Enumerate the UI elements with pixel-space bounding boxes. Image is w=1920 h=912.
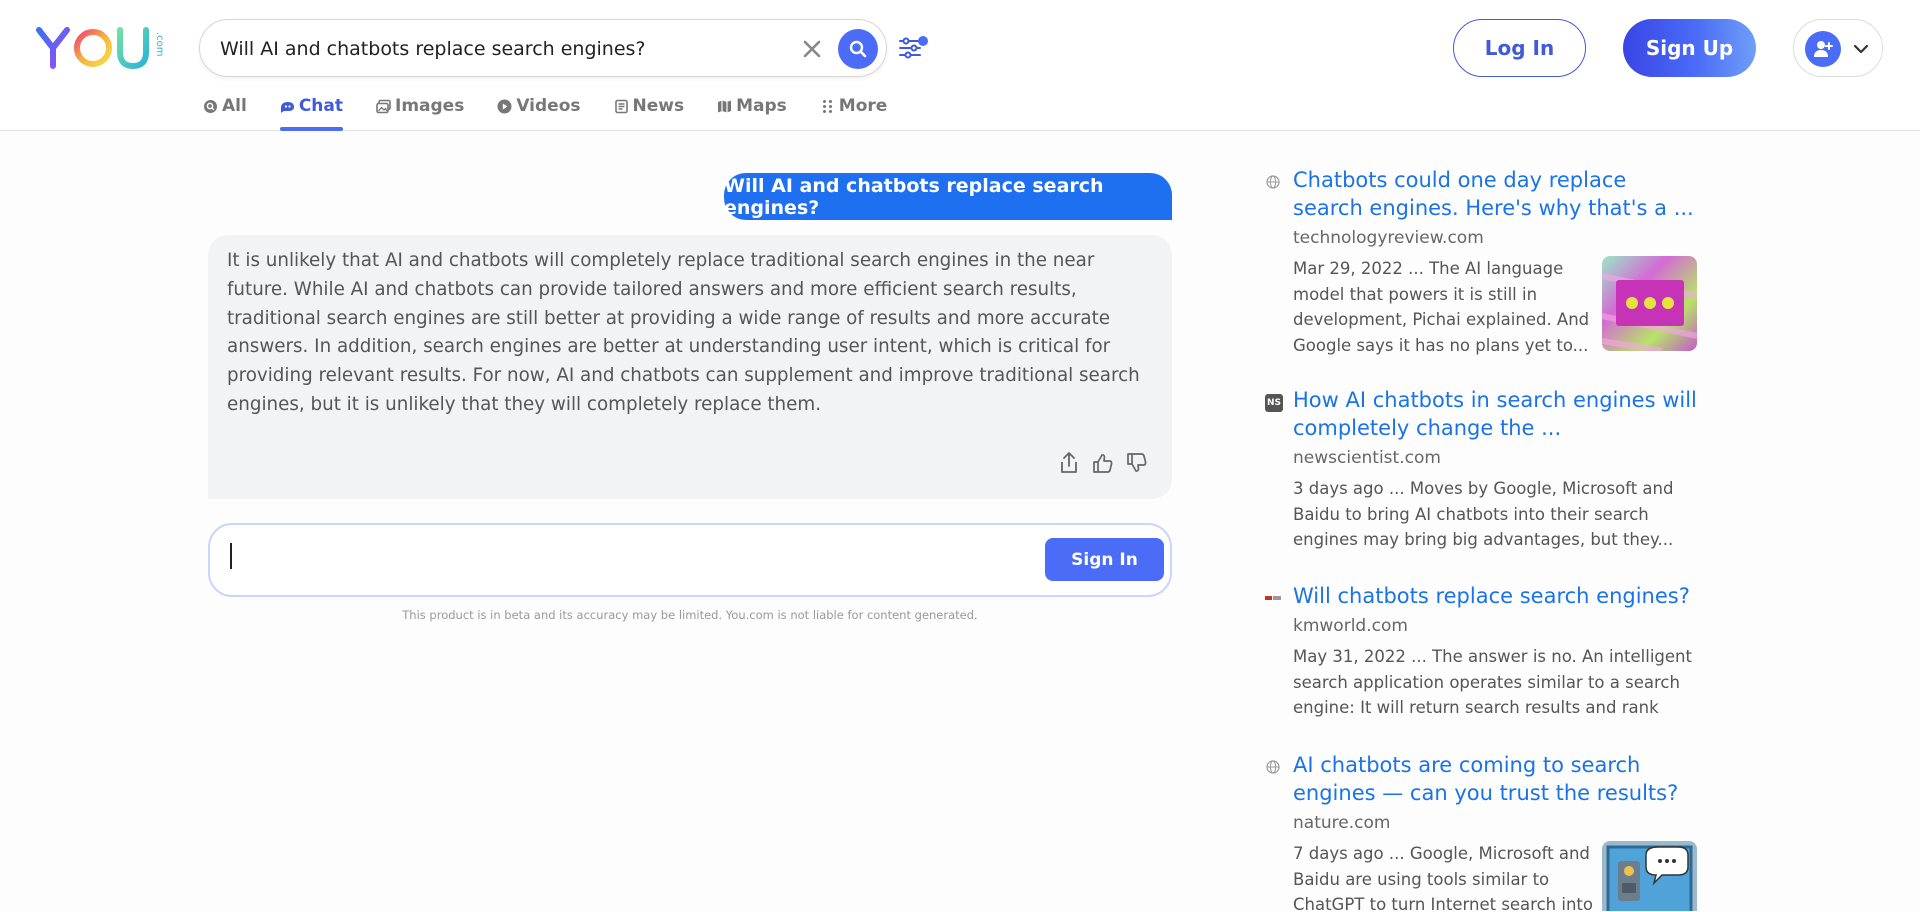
tab-maps[interactable]: Maps xyxy=(717,96,787,131)
tab-chat[interactable]: Chat xyxy=(279,96,344,131)
result-title-link[interactable]: Will chatbots replace search engines? xyxy=(1293,582,1697,610)
chat-input[interactable]: Sign In xyxy=(208,523,1172,597)
search-icon xyxy=(849,40,867,58)
beta-disclaimer: This product is in beta and its accuracy… xyxy=(402,608,978,622)
search-icon xyxy=(204,100,217,113)
logo-com-suffix: .com xyxy=(154,32,165,57)
tab-label: News xyxy=(632,96,685,116)
map-icon xyxy=(718,100,732,113)
images-icon xyxy=(376,99,391,114)
result-thumbnail[interactable] xyxy=(1602,256,1697,351)
bot-response-text: It is unlikely that AI and chatbots will… xyxy=(227,250,1140,415)
result-domain: nature.com xyxy=(1293,813,1391,833)
ns-logo-text: NS xyxy=(1266,398,1281,408)
tab-all[interactable]: All xyxy=(203,96,247,131)
response-actions xyxy=(1056,450,1150,476)
sign-in-button[interactable]: Sign In xyxy=(1045,538,1164,581)
share-icon[interactable] xyxy=(1056,450,1082,476)
dots-grid-icon xyxy=(822,100,832,113)
user-message: Will AI and chatbots replace search engi… xyxy=(724,173,1172,220)
result-snippet: 3 days ago ... Moves by Google, Microsof… xyxy=(1293,479,1674,549)
result-title-link[interactable]: How AI chatbots in search engines will c… xyxy=(1293,386,1697,442)
ns-logo-icon: NS xyxy=(1265,394,1283,412)
login-button[interactable]: Log In xyxy=(1453,19,1586,77)
tab-news[interactable]: News xyxy=(614,96,685,131)
account-menu[interactable] xyxy=(1793,19,1883,77)
vertical-tabs: All Chat Images Videos News Maps More xyxy=(203,96,920,131)
chat-icon xyxy=(280,102,294,113)
news-icon xyxy=(614,99,628,114)
clear-search-icon[interactable] xyxy=(798,35,826,63)
result-domain: kmworld.com xyxy=(1293,616,1408,636)
add-user-icon xyxy=(1805,31,1841,67)
result-thumbnail[interactable] xyxy=(1602,841,1697,911)
result-title-link[interactable]: Chatbots could one day replace search en… xyxy=(1293,166,1697,222)
chevron-down-icon xyxy=(1852,40,1870,63)
bot-response-card: It is unlikely that AI and chatbots will… xyxy=(208,235,1172,499)
tab-more[interactable]: More xyxy=(820,96,888,131)
search-button[interactable] xyxy=(838,29,878,69)
tab-label: All xyxy=(222,96,247,116)
signup-button[interactable]: Sign Up xyxy=(1623,19,1756,77)
text-caret xyxy=(230,543,232,569)
tab-label: Chat xyxy=(298,96,343,116)
play-icon xyxy=(497,99,512,114)
search-input[interactable]: Will AI and chatbots replace search engi… xyxy=(220,20,646,78)
tab-label: Images xyxy=(395,96,465,116)
result-snippet: 7 days ago ... Google, Microsoft and Bai… xyxy=(1293,844,1593,911)
globe-icon xyxy=(1265,759,1281,775)
tab-label: Maps xyxy=(736,96,787,116)
tab-label: Videos xyxy=(516,96,581,116)
tab-label: More xyxy=(838,96,888,116)
result-title-link[interactable]: AI chatbots are coming to search engines… xyxy=(1293,751,1697,807)
tab-images[interactable]: Images xyxy=(376,96,464,131)
search-filters-icon[interactable] xyxy=(898,33,932,63)
tab-videos[interactable]: Videos xyxy=(497,96,581,131)
result-domain: newscientist.com xyxy=(1293,448,1441,468)
globe-icon xyxy=(1265,174,1281,190)
you-logo-mark xyxy=(36,27,149,70)
top-header: .com Will AI and chatbots replace search… xyxy=(0,0,1920,131)
result-snippet: Mar 29, 2022 ... The AI language model t… xyxy=(1293,259,1590,355)
kmworld-logo-icon xyxy=(1265,590,1281,606)
result-domain: technologyreview.com xyxy=(1293,228,1484,248)
thumbs-up-icon[interactable] xyxy=(1090,450,1116,476)
search-bar[interactable]: Will AI and chatbots replace search engi… xyxy=(199,19,887,77)
result-snippet: May 31, 2022 ... The answer is no. An in… xyxy=(1293,647,1692,717)
thumbs-down-icon[interactable] xyxy=(1124,450,1150,476)
you-logo[interactable]: .com xyxy=(36,26,165,70)
